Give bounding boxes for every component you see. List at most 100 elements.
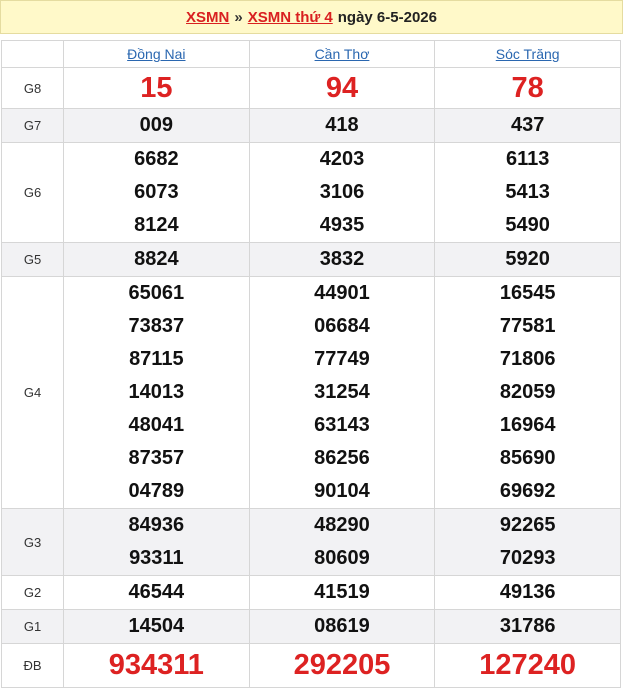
prize-number: 48290	[314, 514, 370, 536]
prize-cell: 08619	[248, 609, 436, 644]
prize-number: 65061	[128, 282, 185, 304]
prize-number: 4935	[319, 214, 365, 236]
prize-number: 6682	[134, 148, 179, 170]
prize-number: 934311	[108, 649, 204, 681]
prize-cell: 8824	[63, 242, 250, 277]
breadcrumb-separator: »	[234, 8, 243, 26]
prize-label: G5	[1, 242, 64, 277]
prize-cell: 009	[63, 108, 250, 143]
prize-cell: 41519	[248, 575, 436, 610]
prize-cell: 3832	[248, 242, 436, 277]
prize-number: 85690	[499, 447, 556, 469]
xsmn-thu4-link[interactable]: XSMN thứ 4	[248, 9, 333, 26]
prize-cell: 16545 77581 71806 82059 16964 85690 69692	[434, 276, 621, 509]
prize-number: 78	[511, 72, 544, 104]
prize-cell: 4203 3106 4935	[248, 142, 436, 243]
prize-cell: 44901 06684 77749 31254 63143 86256 90104	[248, 276, 436, 509]
prize-number: 31254	[314, 381, 370, 403]
corner-cell	[1, 40, 64, 68]
prize-cell: 127240	[434, 643, 621, 688]
prize-number: 63143	[314, 414, 370, 436]
prize-cell: 418	[248, 108, 436, 143]
prize-number: 418	[325, 114, 359, 136]
prize-label: G2	[1, 575, 64, 610]
prize-cell: 14504	[63, 609, 250, 644]
prize-row-db: ĐB 934311 292205 127240	[1, 643, 621, 688]
prize-number: 94	[325, 72, 359, 104]
prize-label: G4	[1, 276, 64, 509]
prize-row-g4: G4 65061 73837 87115 14013 48041 87357 04789 449…	[1, 276, 621, 509]
prize-number: 77581	[499, 315, 556, 337]
prize-number: 8124	[134, 214, 179, 236]
prize-number: 86256	[314, 447, 370, 469]
prize-row-g3: G3 84936 93311 48290 80609 92265 70293	[1, 508, 621, 576]
prize-cell: 46544	[63, 575, 250, 610]
prize-cell: 15	[63, 67, 250, 109]
prize-number: 437	[510, 114, 545, 136]
prize-cell: 92265 70293	[434, 508, 621, 576]
prize-number: 71806	[499, 348, 556, 370]
prize-cell: 94	[248, 67, 436, 109]
prize-number: 15	[140, 72, 173, 104]
prize-number: 06684	[314, 315, 370, 337]
prize-cell: 31786	[434, 609, 621, 644]
prize-label: G7	[1, 108, 64, 143]
prize-number: 3832	[319, 248, 365, 270]
prize-label: G6	[1, 142, 64, 243]
prize-number: 84936	[128, 514, 185, 536]
prize-cell: 65061 73837 87115 14013 48041 87357 04789	[63, 276, 250, 509]
prize-number: 44901	[314, 282, 370, 304]
prize-cell: 5920	[434, 242, 621, 277]
prize-number: 92265	[499, 514, 556, 536]
prize-cell: 49136	[434, 575, 621, 610]
prize-number: 48041	[128, 414, 185, 436]
prize-number: 77749	[314, 348, 370, 370]
province-link-soc-trang[interactable]: Sóc Trăng	[496, 46, 560, 62]
results-table: Đồng Nai Cần Thơ Sóc Trăng G8 15 94 78 G7 009…	[1, 40, 621, 688]
prize-label: G8	[1, 67, 64, 109]
prize-number: 14013	[128, 381, 185, 403]
prize-label: G1	[1, 609, 64, 644]
prize-number: 14504	[128, 615, 185, 637]
prize-number: 127240	[479, 649, 577, 681]
prize-number: 80609	[314, 547, 370, 569]
prize-number: 90104	[314, 480, 370, 502]
page-header: XSMN » XSMN thứ 4 ngày 6-5-2026	[0, 0, 623, 34]
prize-row-g1: G1 14504 08619 31786	[1, 609, 621, 644]
prize-number: 73837	[128, 315, 185, 337]
prize-number: 70293	[499, 547, 556, 569]
province-link-can-tho[interactable]: Cần Thơ	[315, 46, 370, 62]
prize-number: 16545	[499, 282, 556, 304]
prize-number: 5413	[505, 181, 550, 203]
prize-number: 49136	[499, 581, 556, 603]
prize-row-g2: G2 46544 41519 49136	[1, 575, 621, 610]
prize-cell: 6113 5413 5490	[434, 142, 621, 243]
prize-number: 3106	[319, 181, 365, 203]
prize-number: 5920	[505, 248, 550, 270]
prize-cell: 6682 6073 8124	[63, 142, 250, 243]
prize-number: 6113	[505, 148, 550, 170]
prize-number: 009	[139, 114, 174, 136]
prize-number: 69692	[499, 480, 556, 502]
xsmn-link[interactable]: XSMN	[186, 9, 229, 26]
prize-row-g7: G7 009 418 437	[1, 108, 621, 143]
prize-row-g5: G5 8824 3832 5920	[1, 242, 621, 277]
results-body: G8 15 94 78 G7 009 418 437 G6 6682 6073 8124 4203 310…	[1, 67, 621, 688]
prize-number: 87115	[129, 348, 184, 370]
prize-number: 4203	[319, 148, 365, 170]
prize-number: 93311	[129, 547, 184, 569]
prize-number: 8824	[134, 248, 179, 270]
prize-row-g8: G8 15 94 78	[1, 67, 621, 109]
province-link-dong-nai[interactable]: Đồng Nai	[127, 46, 185, 62]
prize-cell: 48290 80609	[248, 508, 436, 576]
prize-number: 5490	[505, 214, 550, 236]
province-header-can-tho: Cần Thơ	[248, 40, 436, 68]
prize-number: 04789	[128, 480, 185, 502]
prize-number: 82059	[499, 381, 556, 403]
prize-cell: 78	[434, 67, 621, 109]
draw-date: ngày 6-5-2026	[337, 8, 437, 26]
prize-number: 31786	[499, 615, 556, 637]
prize-cell: 292205	[248, 643, 436, 688]
prize-cell: 84936 93311	[63, 508, 250, 576]
prize-row-g6: G6 6682 6073 8124 4203 3106 4935 6113 5413 5490	[1, 142, 621, 243]
